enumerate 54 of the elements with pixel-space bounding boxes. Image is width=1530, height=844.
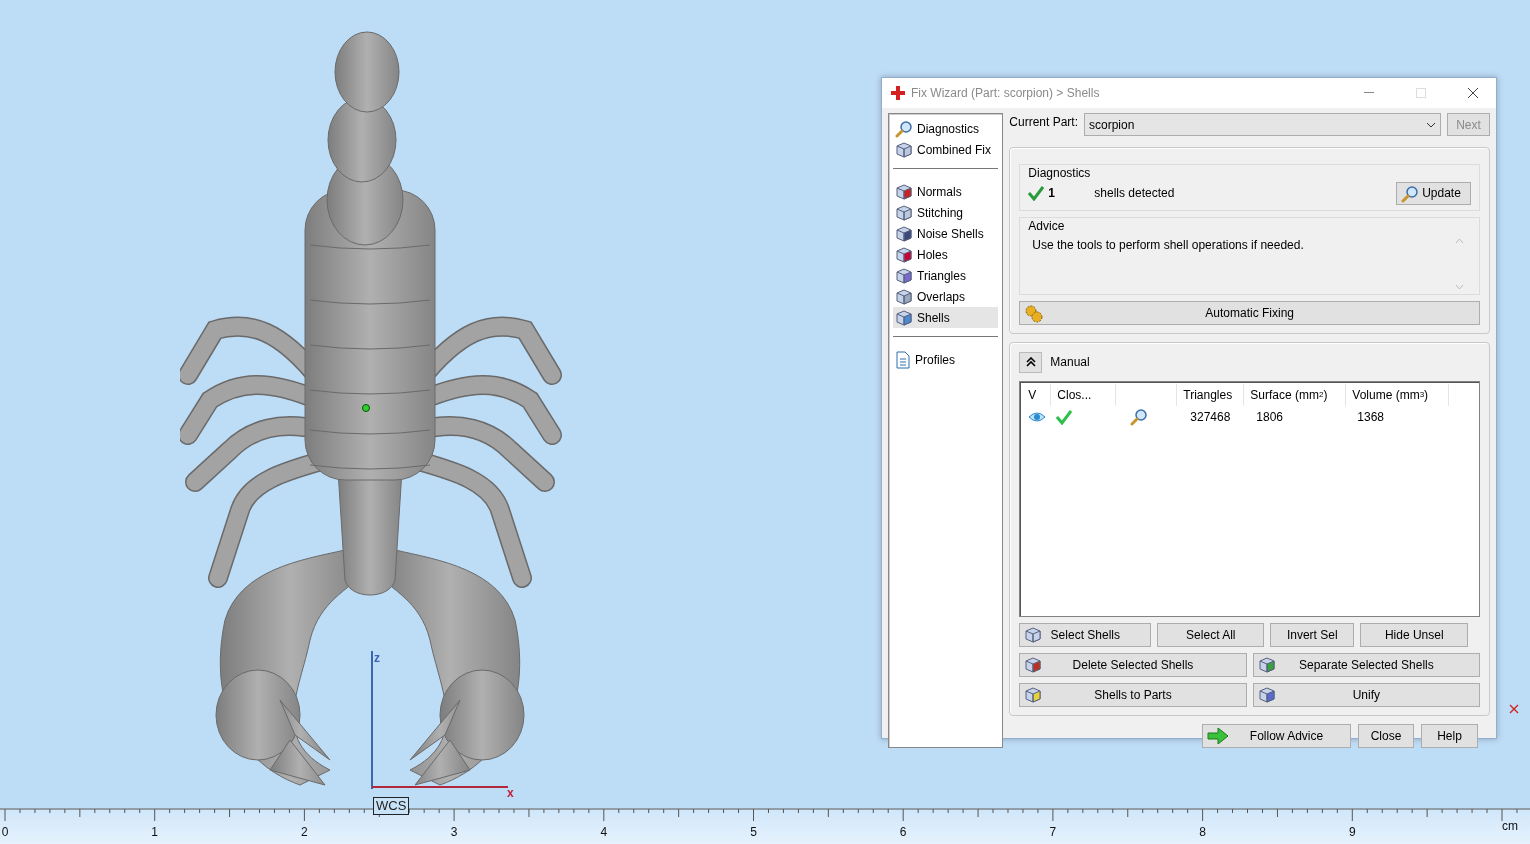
ruler-unit: cm: [1502, 819, 1518, 833]
sidebar-item[interactable]: Shells: [893, 307, 999, 328]
wcs-label: WCS: [373, 797, 410, 815]
z-axis-label: z: [374, 651, 380, 665]
advice-text: Use the tools to perform shell operations if needed.: [1032, 238, 1304, 254]
shell-count: 1: [1048, 186, 1056, 200]
sidebar-item[interactable]: Noise Shells: [893, 223, 999, 244]
ruler-label: 4: [600, 825, 608, 839]
column-header[interactable]: Volume (mm$^{3}$): [1346, 384, 1450, 406]
sidebar-item[interactable]: Holes: [893, 244, 999, 265]
ruler-label: 1: [151, 825, 159, 839]
diagnostics-text: shells detected: [1094, 186, 1176, 200]
manual-title: Manual: [1050, 355, 1090, 369]
column-header[interactable]: Surface (mm$^{2}$): [1244, 384, 1347, 406]
sidebar-item[interactable]: Profiles: [893, 349, 999, 370]
table-cell-text: 327468: [1189, 409, 1232, 426]
ruler-label: 7: [1049, 825, 1057, 839]
group-title: Advice: [1028, 218, 1066, 233]
automatic-fixing-button[interactable]: Automatic Fixing: [1019, 301, 1480, 325]
footer-button[interactable]: Close: [1358, 724, 1414, 748]
ruler-label: 8: [1199, 825, 1206, 839]
footer-button[interactable]: Help: [1421, 724, 1478, 748]
current-part-label: Current Part:: [1009, 114, 1078, 129]
ruler-label: 3: [450, 825, 458, 839]
ruler-label: 9: [1348, 825, 1356, 839]
action-button[interactable]: Select All: [1157, 623, 1265, 647]
ruler-label: 5: [750, 825, 757, 839]
action-button[interactable]: Delete Selected Shells: [1019, 653, 1247, 677]
action-button[interactable]: Shells to Parts: [1019, 683, 1247, 707]
action-button[interactable]: Invert Sel: [1270, 623, 1355, 647]
ruler-label: 6: [899, 825, 907, 839]
table-cell-text: 1806: [1255, 409, 1284, 426]
action-button[interactable]: Separate Selected Shells: [1252, 653, 1480, 677]
group-title: Diagnostics: [1028, 165, 1092, 180]
sidebar-item[interactable]: Normals: [893, 181, 999, 202]
column-header[interactable]: Clos...: [1051, 384, 1117, 406]
ruler-label: 2: [301, 825, 308, 839]
sidebar-item[interactable]: Combined Fix: [893, 139, 999, 160]
action-button[interactable]: Unify: [1252, 683, 1480, 707]
action-button[interactable]: Select Shells: [1019, 623, 1152, 647]
sidebar-item[interactable]: Stitching: [893, 202, 999, 223]
part-dropdown[interactable]: scorpion: [1084, 113, 1441, 136]
x-axis-label: x: [507, 786, 514, 800]
window-title: Fix Wizard (Part: scorpion) > Shells: [911, 86, 1101, 100]
update-button[interactable]: Update: [1396, 181, 1471, 205]
column-header[interactable]: Triangles: [1177, 384, 1245, 406]
sidebar-item[interactable]: Overlaps: [893, 286, 999, 307]
sidebar-item[interactable]: Triangles: [893, 265, 999, 286]
action-button[interactable]: Hide Unsel: [1360, 623, 1469, 647]
column-header[interactable]: V: [1022, 384, 1052, 406]
table-cell-text: 1368: [1356, 409, 1385, 426]
ruler-label: 0: [1, 825, 9, 839]
footer-button[interactable]: Follow Advice: [1202, 724, 1351, 748]
sidebar-item[interactable]: Diagnostics: [893, 118, 999, 139]
